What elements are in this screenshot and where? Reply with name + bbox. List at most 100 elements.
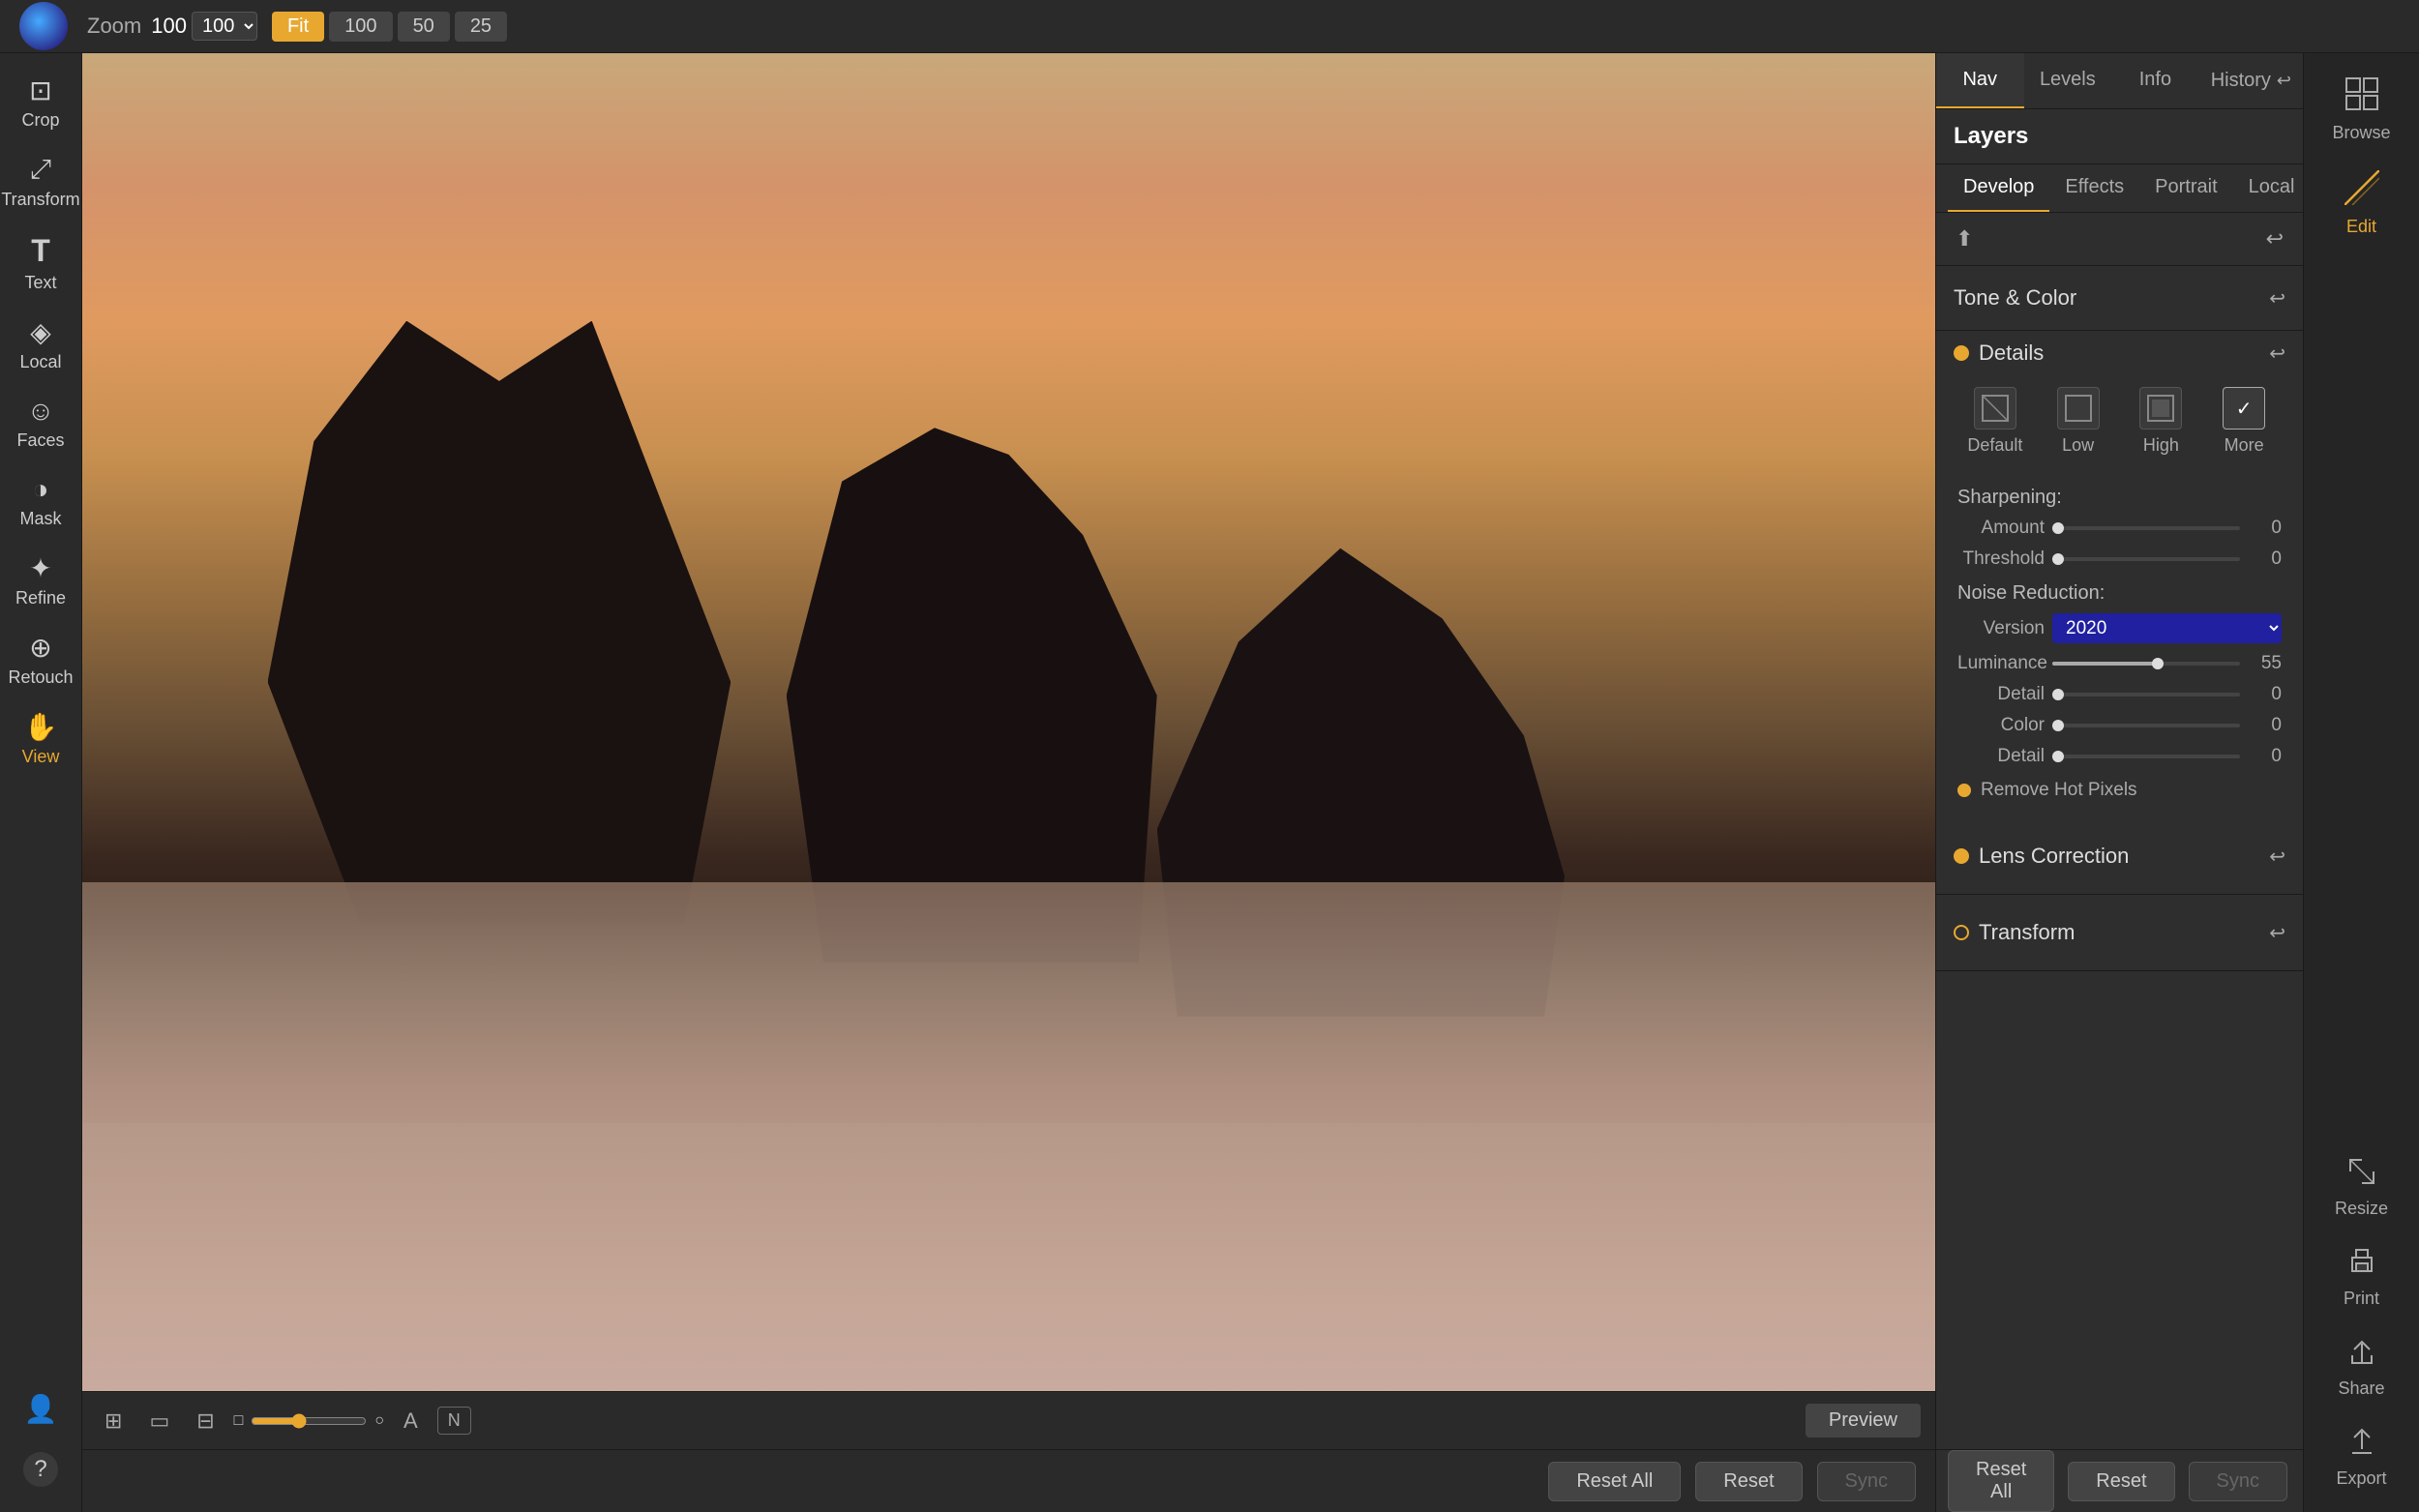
transform-indicator	[1954, 925, 1969, 940]
resize-label: Resize	[2335, 1199, 2388, 1219]
zoom-50-button[interactable]: 50	[398, 12, 450, 42]
reset-all-panel-button[interactable]: Reset All	[1948, 1450, 2054, 1512]
reset-all-button[interactable]: Reset All	[1548, 1462, 1681, 1501]
panel-reset-button[interactable]: ↩	[2262, 222, 2287, 255]
text-overlay-button[interactable]: A	[396, 1404, 426, 1438]
tone-color-reset[interactable]: ↩	[2269, 286, 2285, 311]
preset-more[interactable]: ✓ More	[2206, 379, 2282, 463]
preset-high-icon	[2139, 387, 2182, 430]
grid-view-button[interactable]: ⊞	[97, 1404, 130, 1438]
luminance-slider-thumb	[2152, 658, 2164, 669]
split-view-button[interactable]: ⊟	[189, 1404, 222, 1438]
far-right-resize[interactable]: Resize	[2304, 1142, 2419, 1232]
tool-faces[interactable]: ☺ Faces	[0, 384, 81, 462]
nr-detail-value: 0	[2248, 684, 2282, 705]
reset-button[interactable]: Reset	[1695, 1462, 1802, 1501]
transform-reset[interactable]: ↩	[2269, 921, 2285, 945]
reset-panel-button[interactable]: Reset	[2068, 1462, 2174, 1501]
app-footer: Reset All Reset Sync	[82, 1449, 1935, 1512]
develop-tab-develop[interactable]: Develop	[1948, 164, 2049, 212]
amount-row: Amount 0	[1954, 513, 2285, 544]
luminance-label: Luminance	[1957, 653, 2045, 674]
tool-retouch[interactable]: ⊕ Retouch	[0, 620, 81, 699]
develop-tab-effects[interactable]: Effects	[2049, 164, 2139, 212]
amount-slider-track[interactable]	[2052, 526, 2240, 530]
sync-button[interactable]: Sync	[1817, 1462, 1916, 1501]
help-icon: ?	[23, 1452, 58, 1487]
zoom-fit-button[interactable]: Fit	[272, 12, 324, 42]
retouch-icon: ⊕	[29, 632, 51, 664]
luminance-slider-track[interactable]	[2052, 662, 2240, 666]
transform-collapsible: Transform ↩	[1936, 906, 2303, 959]
transform-title: Transform	[1979, 920, 2259, 945]
develop-tabs: Develop Effects Portrait Local	[1936, 164, 2303, 213]
tool-transform[interactable]: ⤢ Transform	[0, 142, 81, 222]
develop-tab-portrait[interactable]: Portrait	[2139, 164, 2232, 212]
resize-icon	[2346, 1156, 2377, 1194]
threshold-slider-track[interactable]	[2052, 557, 2240, 561]
print-icon	[2346, 1246, 2377, 1284]
photo-canvas	[82, 53, 1935, 1391]
zoom-value[interactable]: 100	[151, 14, 187, 39]
info-overlay-button[interactable]: N	[437, 1407, 471, 1435]
tab-info[interactable]: Info	[2111, 53, 2199, 108]
zoom-dropdown[interactable]: 100755025	[192, 12, 257, 41]
remove-hot-pixels-row[interactable]: Remove Hot Pixels	[1954, 772, 2285, 809]
tool-mask[interactable]: ◑ Mask	[0, 462, 81, 541]
amount-value: 0	[2248, 518, 2282, 539]
lens-correction-header[interactable]: Lens Correction ↩	[1954, 834, 2285, 878]
luminance-row: Luminance 55	[1954, 648, 2285, 679]
tool-crop[interactable]: ⊡ Crop	[0, 63, 81, 142]
color-slider-thumb	[2052, 720, 2064, 731]
tool-view[interactable]: ✋ View	[0, 699, 81, 779]
faces-label: Faces	[16, 430, 64, 451]
color-detail-slider-track[interactable]	[2052, 755, 2240, 758]
nav-tabs: Nav Levels Info History ↩	[1936, 53, 2303, 109]
tool-help[interactable]: ?	[0, 1440, 81, 1502]
view-label: View	[22, 747, 60, 767]
transform-header[interactable]: Transform ↩	[1954, 910, 2285, 955]
far-right-print[interactable]: Print	[2304, 1232, 2419, 1322]
version-select[interactable]: 202020182016	[2052, 613, 2282, 643]
far-right-share[interactable]: Share	[2304, 1322, 2419, 1412]
preset-high[interactable]: High	[2124, 379, 2199, 463]
export-panel-button[interactable]: ⬆	[1952, 222, 1977, 255]
right-combined: Nav Levels Info History ↩ Layers Develop…	[1935, 53, 2419, 1512]
threshold-value: 0	[2248, 548, 2282, 570]
transform-label: Transform	[1, 190, 79, 210]
tab-history[interactable]: History ↩	[2199, 53, 2303, 108]
version-row: Version 202020182016	[1954, 608, 2285, 648]
tab-levels[interactable]: Levels	[2024, 53, 2112, 108]
tone-color-header[interactable]: Tone & Color ↩	[1936, 278, 2303, 318]
tool-refine[interactable]: ✦ Refine	[0, 541, 81, 620]
edit-icon	[2344, 170, 2379, 212]
details-header[interactable]: Details ↩	[1954, 341, 2285, 366]
zoom-slider[interactable]	[251, 1413, 367, 1429]
preview-button[interactable]: Preview	[1806, 1404, 1921, 1438]
tool-text[interactable]: T Text	[0, 222, 81, 305]
preset-low[interactable]: Low	[2041, 379, 2116, 463]
details-reset-button[interactable]: ↩	[2269, 341, 2285, 366]
far-right-browse[interactable]: Browse	[2304, 63, 2419, 157]
far-right-panel: Browse Edit Resize	[2303, 53, 2419, 1512]
far-right-edit[interactable]: Edit	[2304, 157, 2419, 251]
preset-default[interactable]: Default	[1957, 379, 2033, 463]
layers-header: Layers	[1936, 109, 2303, 164]
lens-correction-reset[interactable]: ↩	[2269, 845, 2285, 869]
far-right-export[interactable]: Export	[2304, 1412, 2419, 1502]
color-detail-value: 0	[2248, 746, 2282, 767]
tool-local[interactable]: ◈ Local	[0, 305, 81, 384]
single-view-button[interactable]: ▭	[141, 1404, 177, 1438]
nr-detail-slider-track[interactable]	[2052, 693, 2240, 697]
zoom-25-button[interactable]: 25	[455, 12, 507, 42]
share-label: Share	[2338, 1379, 2384, 1399]
sync-panel-button[interactable]: Sync	[2189, 1462, 2287, 1501]
develop-tab-local[interactable]: Local	[2233, 164, 2311, 212]
zoom-label: Zoom	[87, 14, 141, 39]
tool-user[interactable]: 👤	[0, 1381, 81, 1440]
body-area: ⊡ Crop ⤢ Transform T Text ◈ Local ☺ Face…	[0, 53, 2419, 1512]
preset-more-label: More	[2225, 435, 2264, 456]
tab-nav[interactable]: Nav	[1936, 53, 2024, 108]
color-slider-track[interactable]	[2052, 724, 2240, 727]
zoom-100-button[interactable]: 100	[329, 12, 392, 42]
